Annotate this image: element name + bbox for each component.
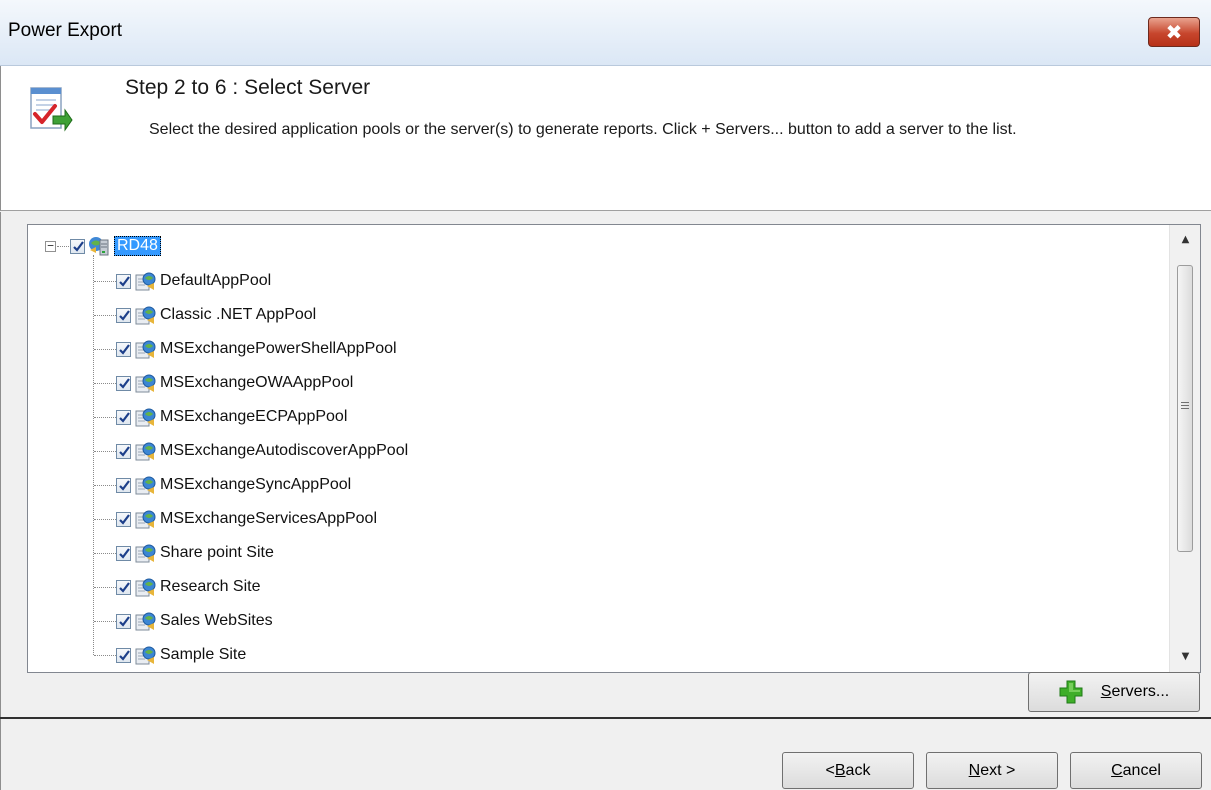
scroll-down-icon[interactable]: ▼ — [1170, 642, 1200, 672]
item-checkbox[interactable] — [116, 443, 131, 459]
title-bar: Power Export ✖ — [0, 0, 1211, 66]
app-pool-icon — [135, 612, 156, 631]
collapse-toggle[interactable]: − — [45, 240, 56, 252]
app-pool-icon — [135, 510, 156, 529]
close-icon: ✖ — [1165, 20, 1183, 44]
add-servers-button[interactable]: Servers... — [1028, 672, 1200, 712]
tree-item-label: Classic .NET AppPool — [160, 306, 317, 323]
tree-item[interactable]: Research Site — [116, 574, 261, 600]
wizard-footer: <Back Next > Cancel — [0, 719, 1211, 790]
tree-line — [94, 349, 116, 350]
tree-line — [94, 417, 116, 418]
tree-item[interactable]: Classic .NET AppPool — [116, 302, 316, 328]
tree-item-label: Sales WebSites — [160, 612, 273, 629]
app-pool-icon — [135, 306, 156, 325]
server-icon — [89, 237, 109, 256]
plus-icon — [1059, 680, 1083, 704]
tree-line — [94, 315, 116, 316]
root-checkbox[interactable] — [70, 238, 85, 254]
app-pool-icon — [135, 408, 156, 427]
tree-item-label: Research Site — [160, 578, 261, 595]
tree-item-label: Share point Site — [160, 544, 274, 561]
tree-item[interactable]: MSExchangeECPAppPool — [116, 404, 347, 430]
tree-item[interactable]: MSExchangeAutodiscoverAppPool — [116, 438, 408, 464]
tree-item[interactable]: DefaultAppPool — [116, 268, 271, 294]
tree-item[interactable]: Sales WebSites — [116, 608, 273, 634]
scroll-up-icon[interactable]: ▲ — [1170, 225, 1200, 255]
grip-icon — [1181, 402, 1189, 411]
item-checkbox[interactable] — [116, 307, 131, 323]
app-pool-icon — [135, 340, 156, 359]
app-pool-icon — [135, 272, 156, 291]
server-tree[interactable]: − RD48 DefaultAppPool Classic .NET AppPo… — [27, 224, 1201, 673]
back-button[interactable]: <Back — [782, 752, 914, 789]
close-button[interactable]: ✖ — [1148, 17, 1200, 47]
item-checkbox[interactable] — [116, 273, 131, 289]
tree-item[interactable]: MSExchangeSyncAppPool — [116, 472, 351, 498]
item-checkbox[interactable] — [116, 409, 131, 425]
tree-line — [94, 383, 116, 384]
content-area: − RD48 DefaultAppPool Classic .NET AppPo… — [0, 212, 1211, 717]
step-description: Select the desired application pools or … — [149, 121, 1017, 138]
tree-item[interactable]: MSExchangeOWAAppPool — [116, 370, 353, 396]
tree-line — [94, 553, 116, 554]
tree-item-label: MSExchangePowerShellAppPool — [160, 340, 397, 357]
servers-button-label: Servers... — [1100, 683, 1170, 700]
tree-item-label: MSExchangeServicesAppPool — [160, 510, 378, 527]
step-title: Step 2 to 6 : Select Server — [125, 76, 371, 99]
tree-line — [94, 519, 116, 520]
tree-view: − RD48 DefaultAppPool Classic .NET AppPo… — [28, 225, 1168, 672]
tree-item-label: MSExchangeSyncAppPool — [160, 476, 352, 493]
tree-line — [94, 281, 116, 282]
item-checkbox[interactable] — [116, 579, 131, 595]
item-checkbox[interactable] — [116, 477, 131, 493]
tree-item-label: MSExchangeAutodiscoverAppPool — [160, 442, 409, 459]
wizard-header: Step 2 to 6 : Select Server Select the d… — [0, 66, 1211, 211]
item-checkbox[interactable] — [116, 545, 131, 561]
app-pool-icon — [135, 476, 156, 495]
scroll-thumb[interactable] — [1177, 265, 1193, 552]
next-button[interactable]: Next > — [926, 752, 1058, 789]
tree-item-label: DefaultAppPool — [160, 272, 272, 289]
vertical-scrollbar[interactable]: ▲ ▼ — [1169, 225, 1200, 672]
app-pool-icon — [135, 442, 156, 461]
tree-line — [94, 587, 116, 588]
cancel-button[interactable]: Cancel — [1070, 752, 1202, 789]
tree-item[interactable]: MSExchangePowerShellAppPool — [116, 336, 397, 362]
tree-line — [94, 655, 116, 656]
report-check-icon — [30, 87, 73, 132]
app-pool-icon — [135, 646, 156, 665]
tree-line — [94, 451, 116, 452]
tree-root-label: RD48 — [114, 236, 161, 256]
item-checkbox[interactable] — [116, 511, 131, 527]
app-pool-icon — [135, 578, 156, 597]
tree-item-label: MSExchangeECPAppPool — [160, 408, 348, 425]
app-pool-icon — [135, 544, 156, 563]
window-title: Power Export — [8, 20, 123, 41]
tree-line — [94, 621, 116, 622]
tree-line — [94, 485, 116, 486]
tree-root-row[interactable]: RD48 — [70, 233, 161, 259]
tree-item-label: MSExchangeOWAAppPool — [160, 374, 354, 391]
item-checkbox[interactable] — [116, 341, 131, 357]
item-checkbox[interactable] — [116, 613, 131, 629]
app-pool-icon — [135, 374, 156, 393]
tree-item[interactable]: Sample Site — [116, 642, 246, 668]
tree-item-label: Sample Site — [160, 646, 247, 663]
tree-item[interactable]: Share point Site — [116, 540, 274, 566]
item-checkbox[interactable] — [116, 375, 131, 391]
tree-line — [57, 246, 69, 247]
item-checkbox[interactable] — [116, 647, 131, 663]
tree-item[interactable]: MSExchangeServicesAppPool — [116, 506, 377, 532]
